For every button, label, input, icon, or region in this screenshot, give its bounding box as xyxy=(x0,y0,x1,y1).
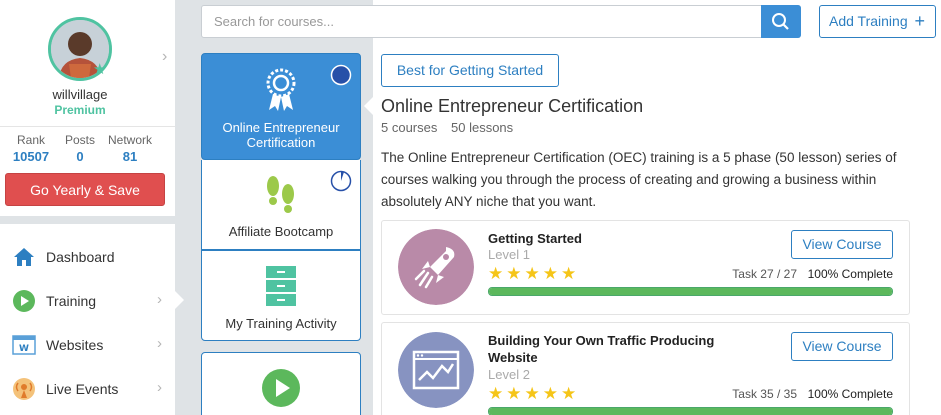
chevron-right-icon: › xyxy=(157,291,162,308)
stat-label: Rank xyxy=(16,133,45,147)
sidebar-item-live-events[interactable]: Live Events › xyxy=(0,367,175,411)
course-description: The Online Entrepreneur Certification (O… xyxy=(381,150,897,209)
search-bar xyxy=(201,5,801,38)
star-icon: ★ xyxy=(524,264,543,283)
course-title: Online Entrepreneur Certification xyxy=(381,96,644,116)
star-icon: ★ xyxy=(542,264,561,283)
task-count: Task 35 / 35 xyxy=(732,387,797,401)
sidebar-item-label: Live Events xyxy=(46,381,119,397)
search-icon xyxy=(772,13,789,30)
sidebar-item-label: Dashboard xyxy=(46,249,115,265)
course-count: 5 courses xyxy=(381,120,438,135)
course-card-label: Online Entrepreneur Certification xyxy=(222,120,340,150)
completion-text: 100% Complete xyxy=(807,387,893,401)
stat-network: Network 81 xyxy=(104,133,156,164)
play-circle-icon xyxy=(13,290,35,312)
active-card-pointer xyxy=(364,97,373,115)
sidebar-item-websites[interactable]: W Websites › xyxy=(0,323,175,367)
module-level: Level 1 xyxy=(488,247,530,262)
progress-fill xyxy=(489,408,892,415)
chevron-right-icon: › xyxy=(157,379,162,396)
rocket-icon xyxy=(398,229,474,305)
plus-icon: + xyxy=(914,11,925,31)
star-icon: ★ xyxy=(561,264,580,283)
stat-value: 0 xyxy=(76,149,84,164)
star-icon: ★ xyxy=(524,384,543,403)
module-level: Level 2 xyxy=(488,367,530,382)
stat-label: Posts xyxy=(64,133,95,147)
sidebar-item-label: Websites xyxy=(46,337,104,353)
home-icon xyxy=(14,248,34,266)
footprints-icon xyxy=(267,176,294,213)
course-meta: 5 courses 50 lessons xyxy=(381,120,523,135)
chevron-right-icon: › xyxy=(157,335,162,352)
lesson-count: 50 lessons xyxy=(451,120,514,135)
premium-star-icon: ★ xyxy=(93,61,107,78)
course-card-label: Affiliate Bootcamp xyxy=(228,224,334,239)
stat-rank: Rank 10507 xyxy=(9,133,53,164)
star-icon: ★ xyxy=(542,384,561,403)
course-card-my-training-activity[interactable]: My Training Activity xyxy=(201,250,361,341)
course-card-next[interactable] xyxy=(201,352,361,415)
nav-active-pointer xyxy=(175,291,184,309)
completion-text: 100% Complete xyxy=(807,267,893,281)
progress-pie-icon xyxy=(330,170,352,192)
star-rating: ★★★★★ xyxy=(488,264,579,284)
view-course-button[interactable]: View Course xyxy=(791,230,893,259)
star-icon: ★ xyxy=(506,384,525,403)
sidebar-item-dashboard[interactable]: Dashboard xyxy=(0,235,175,279)
chevron-right-icon[interactable]: › xyxy=(162,48,167,66)
sidebar-item-training[interactable]: Training › xyxy=(0,279,175,323)
membership-tier: Premium xyxy=(54,103,106,117)
website-icon: W xyxy=(12,335,36,355)
course-card-affiliate-bootcamp[interactable]: Affiliate Bootcamp xyxy=(201,160,361,250)
view-course-button[interactable]: View Course xyxy=(791,332,893,361)
progress-bar xyxy=(488,407,893,415)
progress-pie-icon xyxy=(330,64,352,86)
star-icon: ★ xyxy=(488,264,507,283)
add-training-label: Add Training xyxy=(829,13,908,29)
divider xyxy=(0,126,175,127)
sidebar-item-label: Training xyxy=(46,293,97,309)
username[interactable]: willvillage xyxy=(0,87,160,102)
stat-value: 81 xyxy=(122,149,138,164)
progress-fill xyxy=(489,288,892,295)
course-card-oec[interactable]: Online Entrepreneur Certification xyxy=(201,53,361,160)
profile-card: ★ › willvillage Premium Rank 10507 Posts… xyxy=(0,0,175,216)
play-circle-icon xyxy=(262,369,300,407)
chart-window-icon xyxy=(398,332,474,408)
module-title[interactable]: Building Your Own Traffic Producing Webs… xyxy=(488,332,728,366)
star-icon: ★ xyxy=(488,384,507,403)
stat-label: Network xyxy=(107,133,152,147)
stat-value: 10507 xyxy=(12,149,50,164)
file-cabinet-icon xyxy=(266,266,296,306)
sidebar-nav: Dashboard Training › W Websites › Live E… xyxy=(0,224,175,415)
task-count: Task 27 / 27 xyxy=(732,267,797,281)
go-yearly-button[interactable]: Go Yearly & Save xyxy=(5,173,165,206)
search-button[interactable] xyxy=(761,5,801,38)
search-input[interactable] xyxy=(202,6,762,37)
add-training-button[interactable]: Add Training + xyxy=(819,5,936,38)
course-card-label: My Training Activity xyxy=(225,316,337,331)
best-for-getting-started-button[interactable]: Best for Getting Started xyxy=(381,54,559,87)
broadcast-icon xyxy=(13,378,35,400)
module-title[interactable]: Getting Started xyxy=(488,230,728,247)
star-rating: ★★★★★ xyxy=(488,384,579,404)
module-card-getting-started: Getting Started Level 1 ★★★★★ View Cours… xyxy=(381,220,910,315)
module-card-building-website: Building Your Own Traffic Producing Webs… xyxy=(381,322,910,415)
award-ribbon-icon xyxy=(266,68,296,111)
star-icon: ★ xyxy=(561,384,580,403)
progress-bar xyxy=(488,287,893,296)
star-icon: ★ xyxy=(506,264,525,283)
stat-posts: Posts 0 xyxy=(58,133,102,164)
svg-text:W: W xyxy=(19,344,29,354)
